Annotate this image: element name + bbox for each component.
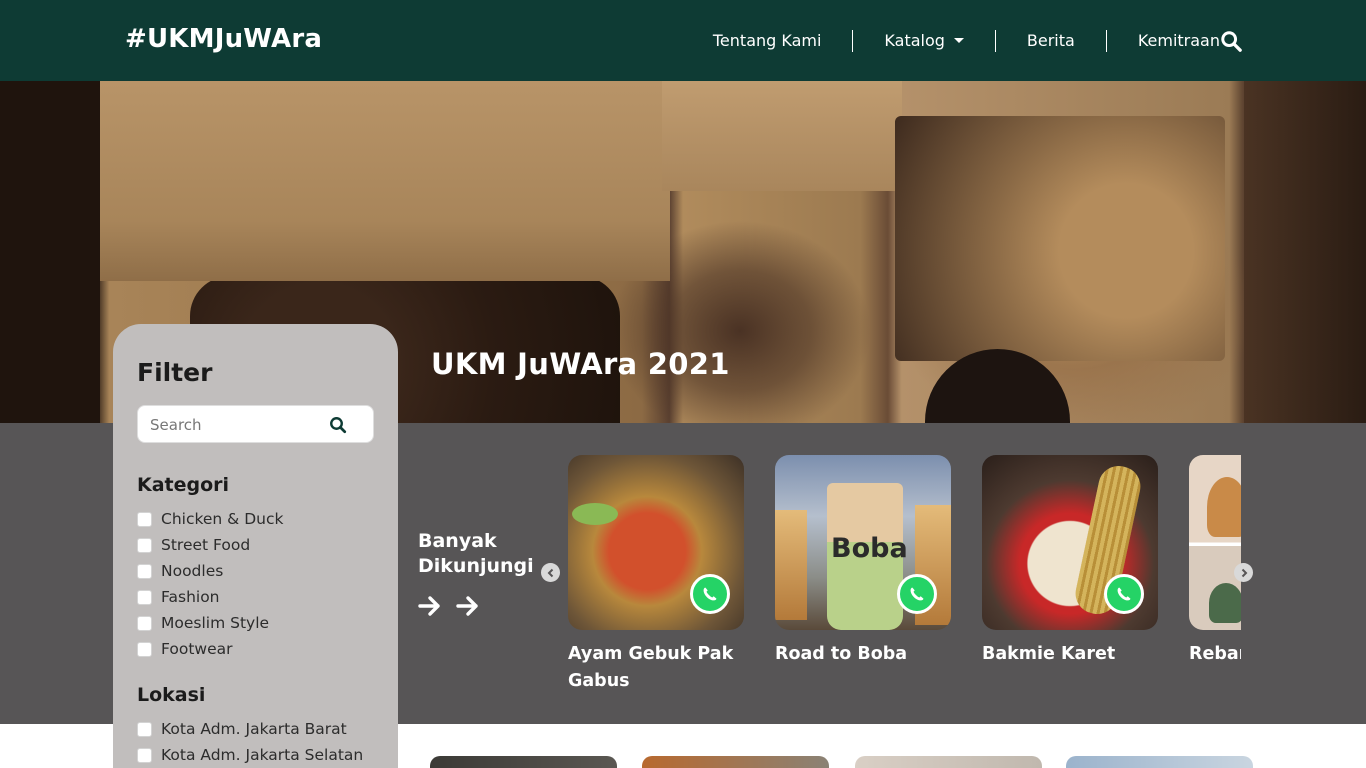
checkbox[interactable] — [137, 721, 152, 737]
filter-title: Filter — [137, 358, 213, 387]
kategori-title: Kategori — [137, 474, 230, 496]
nav-links: Tentang Kami Katalog Berita Kemitraan — [682, 0, 1220, 81]
navbar: #UKMJuWAra Tentang Kami Katalog Berita K… — [0, 0, 1366, 81]
checkbox[interactable] — [137, 589, 152, 605]
carousel-prev-button[interactable] — [541, 563, 560, 582]
kategori-list: Chicken & Duck Street Food Noodles Fashi… — [137, 506, 283, 662]
whatsapp-icon[interactable] — [690, 574, 730, 614]
hero-image-paper-bag — [100, 81, 670, 281]
checkbox-label[interactable]: Fashion — [161, 588, 220, 606]
kategori-option[interactable]: Chicken & Duck — [137, 506, 283, 532]
checkbox[interactable] — [137, 537, 152, 553]
nav-link-kemitraan[interactable]: Kemitraan — [1105, 29, 1220, 52]
product-image[interactable]: Boba — [775, 455, 951, 630]
product-card-peek[interactable] — [430, 756, 617, 768]
kategori-option[interactable]: Fashion — [137, 584, 283, 610]
checkbox-label[interactable]: Kota Adm. Jakarta Selatan — [161, 746, 363, 764]
lokasi-title: Lokasi — [137, 684, 206, 706]
checkbox-label[interactable]: Footwear — [161, 640, 233, 658]
nav-link-tentang-kami[interactable]: Tentang Kami — [682, 30, 853, 52]
product-image[interactable] — [568, 455, 744, 630]
kategori-option[interactable]: Moeslim Style — [137, 610, 283, 636]
carousel-next-button[interactable] — [1234, 563, 1253, 582]
kategori-option[interactable]: Street Food — [137, 532, 283, 558]
hero-image-shadow — [0, 81, 100, 423]
popular-title: Banyak Dikunjungi — [418, 529, 558, 579]
product-card-peek[interactable] — [855, 756, 1042, 768]
hijab-model — [1209, 583, 1241, 623]
phone-icon — [703, 587, 717, 601]
product-name[interactable]: Rebana — [1189, 641, 1241, 668]
popular-title-line: Dikunjungi — [418, 555, 534, 577]
popular-carousel: Ayam Gebuk Pak Gabus Boba Road to Boba B… — [568, 455, 1241, 715]
product-card[interactable]: Ayam Gebuk Pak Gabus — [568, 455, 744, 695]
checkbox[interactable] — [137, 511, 152, 527]
checkbox[interactable] — [137, 747, 152, 763]
checkbox-label[interactable]: Chicken & Duck — [161, 510, 283, 528]
popular-arrows — [418, 594, 480, 618]
checkbox-label[interactable]: Street Food — [161, 536, 250, 554]
cup-brand-text: Boba — [831, 533, 908, 564]
product-name[interactable]: Bakmie Karet — [982, 641, 1158, 668]
filter-panel: Filter Kategori Chicken & Duck Street Fo… — [113, 324, 398, 768]
product-image[interactable] — [1189, 455, 1241, 630]
whatsapp-icon[interactable] — [1104, 574, 1144, 614]
product-card[interactable]: Bakmie Karet — [982, 455, 1158, 668]
product-card[interactable]: Boba Road to Boba — [775, 455, 951, 668]
checkbox-label[interactable]: Kota Adm. Jakarta Barat — [161, 720, 347, 738]
food-garnish — [572, 503, 618, 525]
product-name[interactable]: Road to Boba — [775, 641, 951, 668]
checkbox-label[interactable]: Moeslim Style — [161, 614, 269, 632]
product-card[interactable]: Rebana — [1189, 455, 1241, 668]
phone-icon — [1117, 587, 1131, 601]
kategori-option[interactable]: Footwear — [137, 636, 283, 662]
kategori-option[interactable]: Noodles — [137, 558, 283, 584]
hero-image-paper-bag — [662, 81, 902, 191]
phone-icon — [910, 587, 924, 601]
whatsapp-icon[interactable] — [897, 574, 937, 614]
search-icon[interactable] — [329, 416, 347, 434]
lokasi-option[interactable]: Kota Adm. Jakarta Barat — [137, 716, 363, 742]
nav-link-katalog-label: Katalog — [884, 30, 945, 50]
filter-search-box[interactable] — [137, 405, 374, 443]
caret-down-icon — [953, 38, 964, 43]
arrow-right-icon — [418, 596, 440, 616]
nav-link-katalog[interactable]: Katalog — [852, 29, 994, 52]
product-name[interactable]: Ayam Gebuk Pak Gabus — [568, 641, 744, 695]
drink-cup — [775, 510, 807, 620]
product-image[interactable] — [982, 455, 1158, 630]
arrow-right-icon — [456, 596, 478, 616]
search-icon[interactable] — [1220, 30, 1242, 52]
nav-link-berita[interactable]: Berita — [994, 29, 1106, 52]
chevron-right-icon — [1241, 568, 1247, 577]
checkbox[interactable] — [137, 641, 152, 657]
checkbox-label[interactable]: Noodles — [161, 562, 223, 580]
hero-image-cookie-window — [895, 116, 1225, 361]
chevron-left-icon — [547, 568, 553, 577]
brand-logo[interactable]: #UKMJuWAra — [125, 24, 322, 54]
hijab-model — [1207, 477, 1241, 537]
product-card-peek[interactable] — [642, 756, 829, 768]
checkbox[interactable] — [137, 563, 152, 579]
checkbox[interactable] — [137, 615, 152, 631]
filter-search-input[interactable] — [150, 414, 320, 436]
lokasi-list: Kota Adm. Jakarta Barat Kota Adm. Jakart… — [137, 716, 363, 768]
popular-title-line: Banyak — [418, 530, 497, 552]
product-card-peek[interactable] — [1066, 756, 1253, 768]
hero-title: UKM JuWAra 2021 — [431, 347, 730, 381]
hero-image-shadow — [1244, 81, 1366, 423]
lokasi-option[interactable]: Kota Adm. Jakarta Selatan — [137, 742, 363, 768]
